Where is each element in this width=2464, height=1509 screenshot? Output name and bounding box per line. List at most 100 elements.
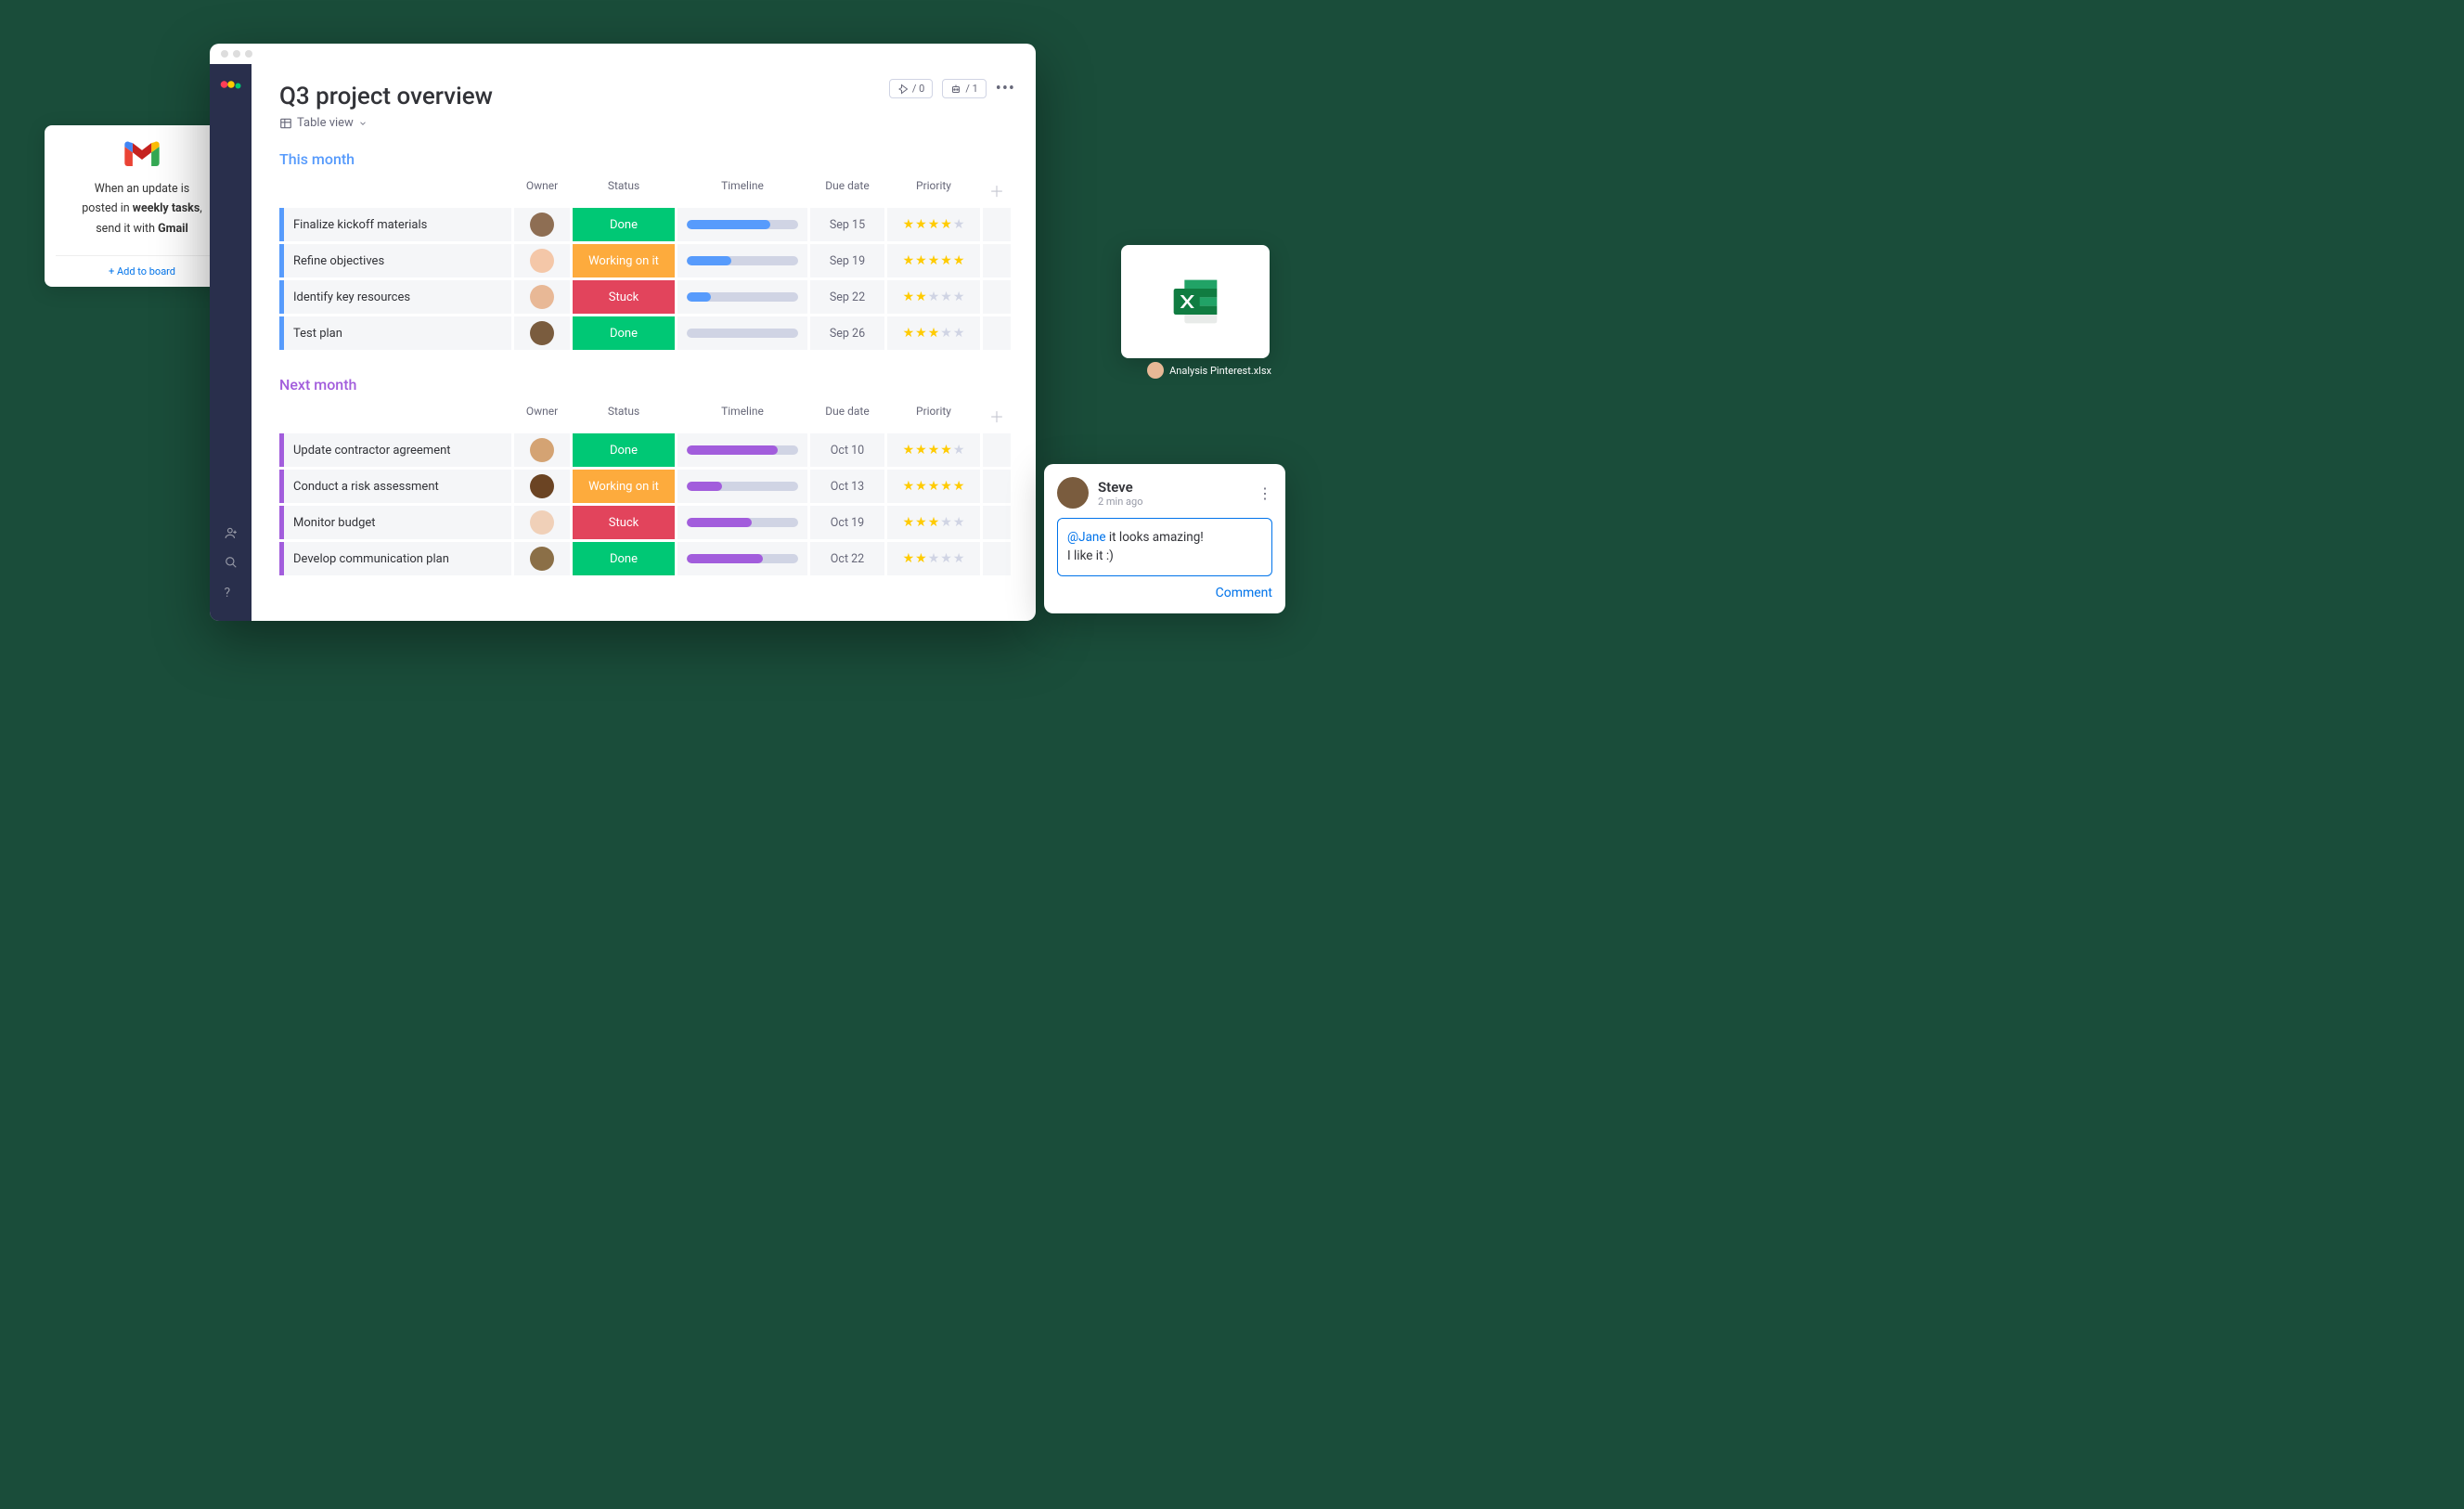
task-cell[interactable]: Refine objectives [279,244,511,277]
col-header[interactable]: Owner [514,175,570,205]
window-dot-max[interactable] [245,50,252,58]
date-cell[interactable]: Sep 15 [810,208,884,241]
col-header[interactable]: Priority [887,175,980,205]
status-cell[interactable]: Done [573,208,675,241]
excel-attachment-card[interactable] [1121,245,1270,358]
add-column-button[interactable]: ＋ [983,175,1011,205]
blank-cell [983,433,1011,467]
monday-logo-icon[interactable] [220,73,242,90]
date-cell[interactable]: Sep 26 [810,316,884,350]
star-icon: ★ [953,290,965,304]
star-icon: ★ [903,515,915,530]
star-icon: ★ [928,479,940,494]
status-cell[interactable]: Working on it [573,470,675,503]
add-to-board-link[interactable]: + Add to board [56,255,228,277]
blank-cell [983,208,1011,241]
status-cell[interactable]: Done [573,433,675,467]
add-column-button[interactable]: ＋ [983,401,1011,431]
gmail-icon [124,140,160,166]
col-task [279,175,511,205]
star-icon: ★ [928,326,940,341]
col-header[interactable]: Status [573,175,675,205]
timeline-cell[interactable] [677,506,807,539]
col-header[interactable]: Status [573,401,675,431]
star-icon: ★ [915,479,927,494]
owner-cell[interactable] [514,470,570,503]
task-cell[interactable]: Identify key resources [279,280,511,314]
col-header[interactable]: Due date [810,175,884,205]
owner-cell[interactable] [514,542,570,575]
avatar [530,510,554,535]
gmail-description: When an update is posted in weekly tasks… [56,179,228,239]
col-header[interactable]: Priority [887,401,980,431]
task-cell[interactable]: Update contractor agreement [279,433,511,467]
timeline-cell[interactable] [677,542,807,575]
star-icon: ★ [928,290,940,304]
table-icon [279,117,292,130]
task-cell[interactable]: Conduct a risk assessment [279,470,511,503]
mention[interactable]: @Jane [1067,530,1106,545]
owner-cell[interactable] [514,316,570,350]
status-cell[interactable]: Stuck [573,506,675,539]
star-icon: ★ [953,443,965,458]
window-dot-close[interactable] [221,50,228,58]
priority-cell[interactable]: ★★★★★ [887,433,980,467]
view-selector[interactable]: Table view [279,116,1008,130]
board-menu-icon[interactable]: ••• [996,79,1015,98]
status-cell[interactable]: Done [573,542,675,575]
owner-cell[interactable] [514,208,570,241]
integrations-pill[interactable]: / 0 [889,79,933,98]
star-icon: ★ [903,326,915,341]
date-cell[interactable]: Oct 22 [810,542,884,575]
date-cell[interactable]: Oct 10 [810,433,884,467]
timeline-cell[interactable] [677,244,807,277]
task-cell[interactable]: Finalize kickoff materials [279,208,511,241]
owner-cell[interactable] [514,280,570,314]
status-cell[interactable]: Working on it [573,244,675,277]
group-title[interactable]: This month [279,150,1008,168]
col-header[interactable]: Timeline [677,175,807,205]
search-icon[interactable] [225,556,238,573]
priority-cell[interactable]: ★★★★★ [887,244,980,277]
timeline-cell[interactable] [677,280,807,314]
help-icon[interactable]: ? [225,586,238,600]
star-icon: ★ [940,551,952,566]
date-cell[interactable]: Sep 19 [810,244,884,277]
col-header[interactable]: Timeline [677,401,807,431]
date-cell[interactable]: Oct 13 [810,470,884,503]
invite-icon[interactable] [225,526,238,543]
blank-cell [983,506,1011,539]
automations-pill[interactable]: / 1 [942,79,986,98]
commenter-avatar[interactable] [1057,477,1089,509]
timeline-cell[interactable] [677,316,807,350]
task-cell[interactable]: Test plan [279,316,511,350]
priority-cell[interactable]: ★★★★★ [887,542,980,575]
date-cell[interactable]: Oct 19 [810,506,884,539]
owner-cell[interactable] [514,506,570,539]
owner-cell[interactable] [514,433,570,467]
comment-card: Steve 2 min ago ⋮ @Jane it looks amazing… [1044,464,1285,613]
col-header[interactable]: Due date [810,401,884,431]
comment-input[interactable]: @Jane it looks amazing! I like it :) [1057,518,1272,576]
comment-submit-button[interactable]: Comment [1057,586,1272,600]
timeline-cell[interactable] [677,470,807,503]
owner-cell[interactable] [514,244,570,277]
priority-cell[interactable]: ★★★★★ [887,316,980,350]
priority-cell[interactable]: ★★★★★ [887,208,980,241]
timeline-cell[interactable] [677,433,807,467]
date-cell[interactable]: Sep 22 [810,280,884,314]
status-cell[interactable]: Stuck [573,280,675,314]
priority-cell[interactable]: ★★★★★ [887,280,980,314]
timeline-cell[interactable] [677,208,807,241]
status-cell[interactable]: Done [573,316,675,350]
task-cell[interactable]: Develop communication plan [279,542,511,575]
group-title[interactable]: Next month [279,376,1008,393]
comment-menu-icon[interactable]: ⋮ [1258,484,1272,502]
priority-cell[interactable]: ★★★★★ [887,506,980,539]
window-dot-min[interactable] [233,50,240,58]
blank-cell [983,280,1011,314]
avatar [530,438,554,462]
task-cell[interactable]: Monitor budget [279,506,511,539]
col-header[interactable]: Owner [514,401,570,431]
priority-cell[interactable]: ★★★★★ [887,470,980,503]
